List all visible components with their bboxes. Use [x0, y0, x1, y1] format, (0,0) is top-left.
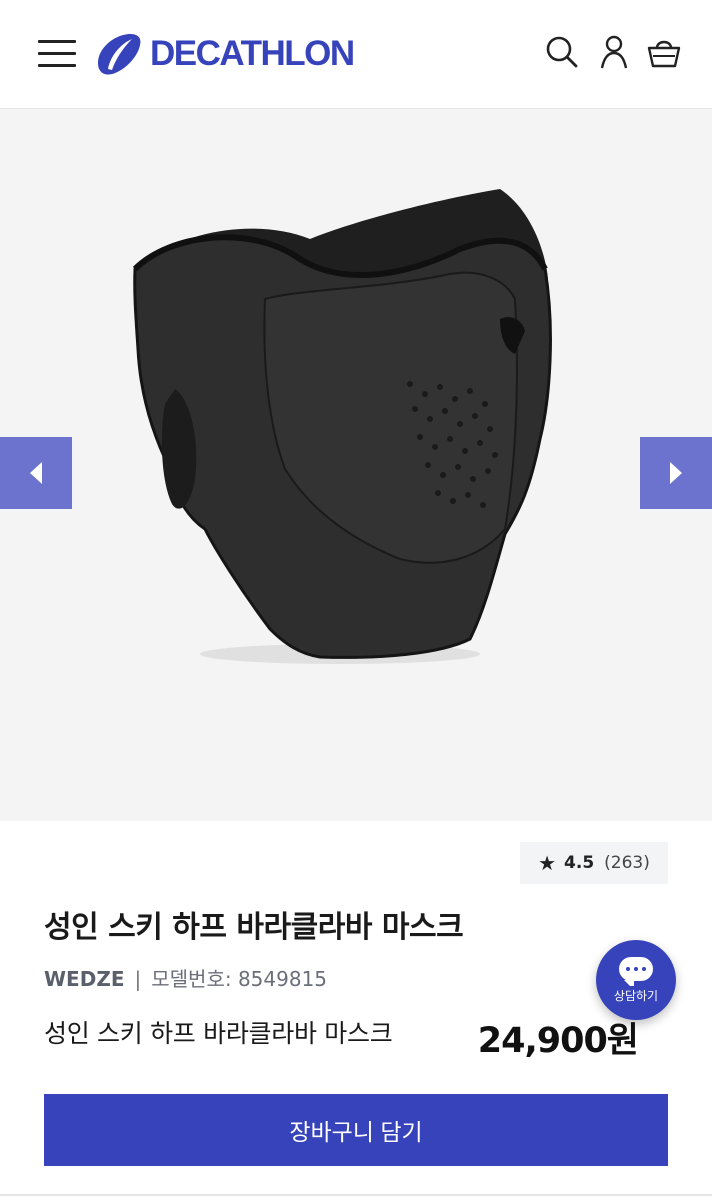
basket-icon[interactable]	[646, 34, 682, 70]
product-subtitle: 성인 스키 하프 바라클라바 마스크	[44, 1019, 393, 1048]
chat-bubble-icon	[619, 956, 653, 986]
product-image	[132, 189, 552, 664]
product-price: 24,900원	[477, 1021, 639, 1061]
product-image-gallery	[0, 109, 712, 821]
chat-label: 상담하기	[613, 988, 659, 1003]
brand-name[interactable]: WEDZE	[44, 967, 125, 991]
brand-model-line: WEDZE | 모델번호: 8549815	[44, 963, 327, 992]
star-icon: ★	[538, 851, 557, 875]
review-count: (263)	[604, 853, 650, 873]
next-image-button[interactable]	[640, 437, 712, 509]
model-number: 모델번호: 8549815	[151, 967, 328, 991]
search-icon[interactable]	[544, 34, 580, 70]
chat-consult-button[interactable]: 상담하기	[596, 940, 676, 1020]
menu-icon[interactable]	[38, 38, 78, 70]
chevron-right-icon	[670, 462, 682, 484]
separator: |	[134, 967, 142, 991]
previous-image-button[interactable]	[0, 437, 72, 509]
chevron-left-icon	[30, 462, 42, 484]
rating-summary[interactable]: ★ 4.5 (263)	[520, 842, 668, 884]
rating-score: 4.5	[564, 853, 595, 873]
user-icon[interactable]	[596, 34, 632, 70]
decathlon-mark-icon	[98, 34, 141, 75]
divider	[0, 1194, 712, 1196]
brand-wordmark: DECATHLON	[150, 34, 355, 73]
brand-logo[interactable]: DECATHLON	[94, 30, 355, 78]
add-to-cart-button[interactable]: 장바구니 담기	[44, 1094, 668, 1166]
product-title: 성인 스키 하프 바라클라바 마스크	[44, 910, 464, 945]
site-header: DECATHLON	[0, 0, 712, 109]
